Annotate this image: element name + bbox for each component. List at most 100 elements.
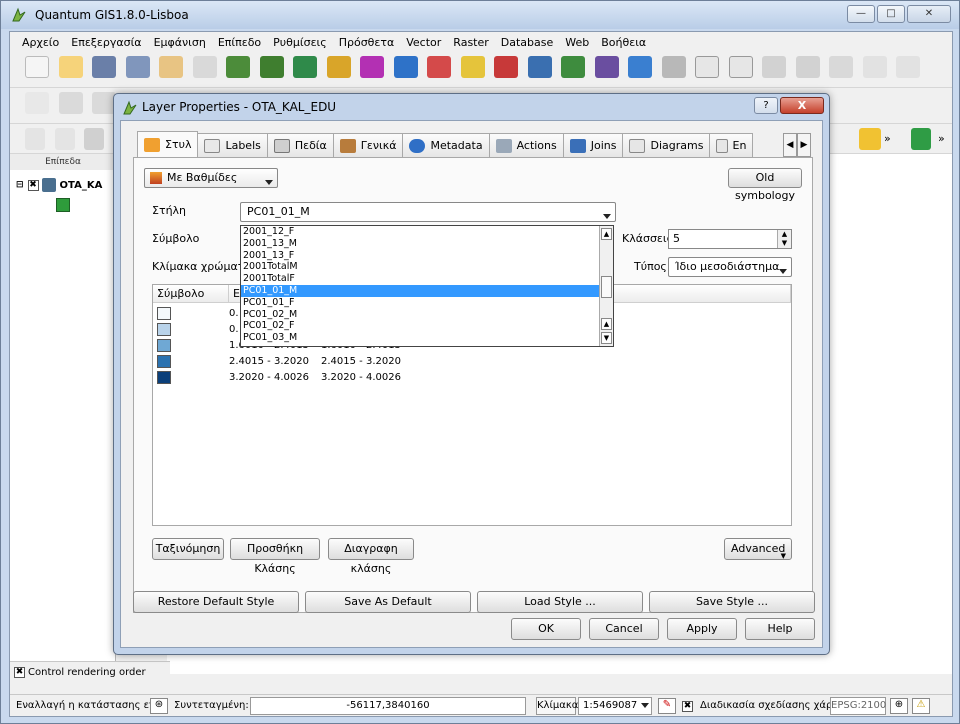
dropdown-item[interactable]: PC01_03_M <box>241 332 613 344</box>
menu-database[interactable]: Database <box>501 36 554 49</box>
new-gpx-icon[interactable] <box>594 56 619 78</box>
tab-actions[interactable]: Actions <box>488 133 564 157</box>
tab-en[interactable]: En <box>709 133 754 157</box>
add-vector-icon[interactable] <box>226 56 250 78</box>
class-symbol[interactable] <box>157 339 171 352</box>
paste-icon[interactable] <box>896 56 920 78</box>
scrollbar-thumb[interactable] <box>601 276 612 298</box>
layer-item[interactable]: ⊟ ✖ OTA_KA <box>16 178 102 192</box>
close-button[interactable]: ✕ <box>907 5 951 23</box>
plugin-icon[interactable] <box>911 128 931 150</box>
column-combo[interactable]: PC01_01_M <box>240 202 616 222</box>
label-tool-icon[interactable] <box>25 92 49 114</box>
scale-combo[interactable]: 1:5469087 <box>578 697 652 715</box>
add-feature-icon[interactable] <box>695 56 719 78</box>
class-symbol[interactable] <box>157 371 171 384</box>
dropdown-item[interactable]: 2001TotalF <box>241 273 613 285</box>
save-project-icon[interactable] <box>92 56 116 78</box>
dialog-close-button[interactable]: X <box>780 97 824 114</box>
menu-view[interactable]: Εμφάνιση <box>154 36 206 49</box>
add-spatialite-icon[interactable] <box>326 56 351 78</box>
copy-icon[interactable] <box>862 56 887 78</box>
render-checkbox[interactable]: ✖ <box>682 700 696 712</box>
layer-visibility-checkbox[interactable]: ✖ <box>27 179 39 191</box>
epsg-button[interactable]: EPSG:2100 <box>830 697 886 715</box>
pan-icon[interactable] <box>84 128 104 150</box>
warning-icon[interactable]: ⚠ <box>912 698 930 714</box>
toolbar-overflow-icon-2[interactable]: » <box>938 132 945 145</box>
minimize-button[interactable]: — <box>847 5 875 23</box>
add-mssql-icon[interactable] <box>360 56 384 78</box>
advanced-button[interactable]: Advanced ▼ <box>724 538 792 560</box>
new-shapefile-icon[interactable] <box>527 56 552 78</box>
tab-labels[interactable]: Labels <box>197 133 268 157</box>
pin-tool-icon[interactable] <box>58 92 83 114</box>
dropdown-item-selected[interactable]: PC01_01_M <box>241 284 613 297</box>
delete-class-button[interactable]: Διαγραφη κλάσης <box>328 538 414 575</box>
spin-arrows-icon[interactable]: ▲ ▼ <box>777 230 791 248</box>
new-spatialite-icon[interactable] <box>561 56 585 78</box>
control-rendering-checkbox[interactable]: ✖ <box>14 667 25 678</box>
add-wcs-icon[interactable] <box>427 56 451 78</box>
menu-edit[interactable]: Επεξεργασία <box>71 36 141 49</box>
apply-button[interactable]: Apply <box>667 618 737 640</box>
coordinate-field[interactable]: -56117,3840160 <box>250 697 526 715</box>
symbol-column-header[interactable]: Σύμβολο <box>153 285 229 303</box>
help-button[interactable]: Help <box>745 618 815 640</box>
dropdown-item[interactable]: 2001TotalM <box>241 261 613 273</box>
restore-default-button[interactable]: Restore Default Style <box>133 591 299 613</box>
ok-button[interactable]: OK <box>511 618 581 640</box>
dropdown-item[interactable]: 2001_13_F <box>241 250 613 262</box>
menu-help[interactable]: Βοήθεια <box>601 36 646 49</box>
load-style-button[interactable]: Load Style ... <box>477 591 643 613</box>
toolbar-overflow-icon[interactable]: » <box>884 132 891 145</box>
tab-style[interactable]: Στυλ <box>137 131 199 157</box>
dropdown-item[interactable]: PC01_02_M <box>241 309 613 321</box>
open-project-icon[interactable] <box>58 56 83 78</box>
save-as-default-button[interactable]: Save As Default <box>305 591 471 613</box>
scroll-up-icon[interactable]: ▲ <box>601 228 612 240</box>
print-composer-icon[interactable] <box>159 56 183 78</box>
move-feature-icon[interactable] <box>728 56 753 78</box>
old-symbology-button[interactable]: Old symbology <box>728 168 802 202</box>
collapse-icon[interactable]: ⊟ <box>16 180 24 190</box>
class-symbol[interactable] <box>157 355 171 368</box>
menu-plugins[interactable]: Πρόσθετα <box>339 36 395 49</box>
dropdown-item[interactable]: 2001_13_M <box>241 238 613 250</box>
dialog-help-button[interactable]: ? <box>754 97 778 114</box>
redo-icon[interactable] <box>54 128 75 150</box>
save-as-icon[interactable] <box>125 56 150 78</box>
print-icon[interactable] <box>192 56 217 78</box>
coordinate-toggle-icon[interactable]: ⊛ <box>150 698 168 714</box>
column-dropdown-list[interactable]: 2001_12_F 2001_13_M 2001_13_F 2001TotalM… <box>240 225 614 347</box>
dropdown-item[interactable]: PC01_01_F <box>241 297 613 309</box>
add-wms-icon[interactable] <box>393 56 418 78</box>
dropdown-scrollbar[interactable]: ▲ ▲ ▼ <box>599 226 613 346</box>
scroll-up-icon[interactable]: ▲ <box>601 318 612 330</box>
crs-status-icon[interactable]: ⊕ <box>890 698 908 714</box>
menu-vector[interactable]: Vector <box>406 36 441 49</box>
renderer-combo[interactable]: Με Βαθμίδες <box>144 168 278 188</box>
classify-button[interactable]: Ταξινόμηση <box>152 538 224 560</box>
tab-joins[interactable]: Joins <box>562 133 624 157</box>
menu-settings[interactable]: Ρυθμίσεις <box>273 36 327 49</box>
mode-combo[interactable]: Ίδιο μεσοδιάστημα <box>668 257 792 277</box>
save-style-button[interactable]: Save Style ... <box>649 591 815 613</box>
menu-layer[interactable]: Επίπεδο <box>218 36 261 49</box>
save-edits-icon[interactable] <box>661 56 686 78</box>
tab-diagrams[interactable]: Diagrams <box>622 133 711 157</box>
add-raster-icon[interactable] <box>259 56 284 78</box>
undo-icon[interactable] <box>25 128 45 150</box>
scroll-down-icon[interactable]: ▼ <box>601 332 612 344</box>
class-symbol[interactable] <box>157 323 171 336</box>
class-symbol[interactable] <box>157 307 171 320</box>
tab-fields[interactable]: Πεδία <box>266 133 334 157</box>
cancel-button[interactable]: Cancel <box>589 618 659 640</box>
delete-selected-icon[interactable] <box>795 56 820 78</box>
toggle-editing-icon[interactable] <box>628 56 652 78</box>
add-wfs-icon[interactable] <box>460 56 485 78</box>
menu-raster[interactable]: Raster <box>453 36 488 49</box>
node-tool-icon[interactable] <box>762 56 786 78</box>
tab-metadata[interactable]: Metadata <box>402 133 490 157</box>
dropdown-item[interactable]: 2001_12_F <box>241 226 613 238</box>
